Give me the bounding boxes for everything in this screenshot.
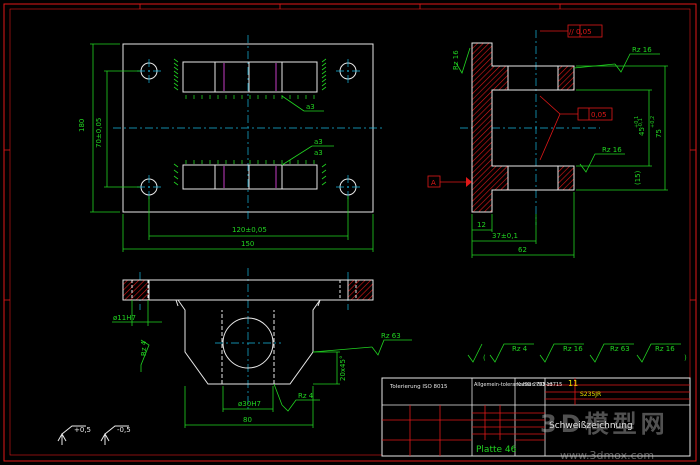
weld-callouts: a3 a3 a3 bbox=[281, 95, 334, 166]
svg-text:(: ( bbox=[483, 354, 486, 362]
rz4-bottom: Rz 4 bbox=[298, 392, 314, 400]
axis-symbols: +0,5 -0,5 bbox=[57, 425, 131, 445]
upper-rib bbox=[173, 58, 327, 99]
dim-62: 62 bbox=[518, 246, 527, 254]
base-plate-section bbox=[471, 42, 509, 213]
legend-rz4: Rz 4 bbox=[512, 345, 528, 353]
part-name: Platte 46 bbox=[476, 445, 517, 455]
svg-text:): ) bbox=[684, 354, 687, 362]
parallel-box: // 0,05 bbox=[569, 28, 592, 36]
rib-section-top bbox=[557, 65, 575, 91]
rib-section-bottom bbox=[557, 165, 575, 191]
flatness-box: 0,05 bbox=[591, 111, 607, 119]
legend-rz16-b: Rz 16 bbox=[655, 345, 675, 353]
dim-12: 12 bbox=[477, 221, 486, 229]
weld-a3-mid-1: a3 bbox=[314, 138, 323, 146]
weld-a3-mid-2: a3 bbox=[314, 149, 323, 157]
legend-rz63: Rz 63 bbox=[610, 345, 630, 353]
edge-label: Kanten ISO 13715 bbox=[517, 382, 562, 388]
rz-top-right: Rz 16 bbox=[632, 46, 652, 54]
axis-minus: -0,5 bbox=[117, 426, 131, 434]
dim-15: (15) bbox=[634, 170, 642, 185]
dim-75-tol: +0,2 bbox=[650, 116, 656, 128]
tolerance-frames: // 0,05 0,05 A bbox=[427, 24, 613, 188]
watermark-url: www.3dmox.com bbox=[560, 449, 654, 462]
dim-45-tol-lower: -0,1 bbox=[638, 118, 644, 128]
dim-150: 150 bbox=[241, 240, 254, 248]
chamfer-dim: 20x45° bbox=[339, 356, 347, 381]
watermark-text: 3D模型网 bbox=[540, 410, 669, 438]
dim-70: 70±0,05 bbox=[95, 118, 103, 148]
rz4-left: Rz 4 bbox=[140, 340, 148, 356]
axis-plus: +0,5 bbox=[74, 426, 91, 434]
cad-drawing: a3 a3 a3 180 70±0,05 120±0,05 150 // 0,0… bbox=[3, 3, 697, 462]
dim-37: 37±0,1 bbox=[492, 232, 518, 240]
flange-hatch-left bbox=[122, 279, 150, 301]
weld-a3-top: a3 bbox=[306, 103, 315, 111]
bottom-view: ø11H7 Rz 4 Rz 63 20x45° ø30H7 Rz 4 80 bbox=[112, 268, 412, 428]
drawing-canvas[interactable]: { "front_view": { "dim_height": "180", "… bbox=[0, 0, 700, 465]
dim-80: 80 bbox=[243, 416, 252, 424]
flange-hatch-right bbox=[347, 279, 374, 301]
dim-75: 75 bbox=[655, 129, 663, 138]
hole-fit: ø11H7 bbox=[113, 314, 136, 322]
rz-top-left: Rz 16 bbox=[452, 50, 460, 70]
legend-rz16-a: Rz 16 bbox=[563, 345, 583, 353]
front-dimensions: 180 70±0,05 120±0,05 150 bbox=[78, 43, 374, 252]
dim-120: 120±0,05 bbox=[232, 226, 267, 234]
general-tolerance: Tolerierung ISO 8015 bbox=[389, 384, 448, 390]
bore-fit: ø30H7 bbox=[238, 400, 261, 408]
lower-rib bbox=[173, 160, 327, 190]
material-code: S235JR bbox=[580, 391, 601, 398]
datum-a: A bbox=[431, 179, 436, 187]
bracket-body bbox=[177, 299, 321, 385]
front-view: a3 a3 a3 180 70±0,05 120±0,05 150 bbox=[78, 35, 383, 252]
rz-mid: Rz 16 bbox=[602, 146, 622, 154]
rz63: Rz 63 bbox=[381, 332, 401, 340]
section-dimensions: 45 +0,1 -0,1 75 +0,2 (15) 12 37±0,1 62 bbox=[471, 65, 668, 258]
watermark: 3D模型网 www.3dmox.com bbox=[540, 410, 669, 462]
sheet-number: 11 bbox=[568, 379, 578, 388]
surface-legend: ( Rz 4 Rz 16 Rz 63 Rz 16 ) bbox=[467, 343, 687, 363]
dim-180: 180 bbox=[78, 119, 86, 132]
section-view: // 0,05 0,05 A Rz 16 Rz 16 Rz 16 45 +0,1… bbox=[427, 24, 668, 258]
